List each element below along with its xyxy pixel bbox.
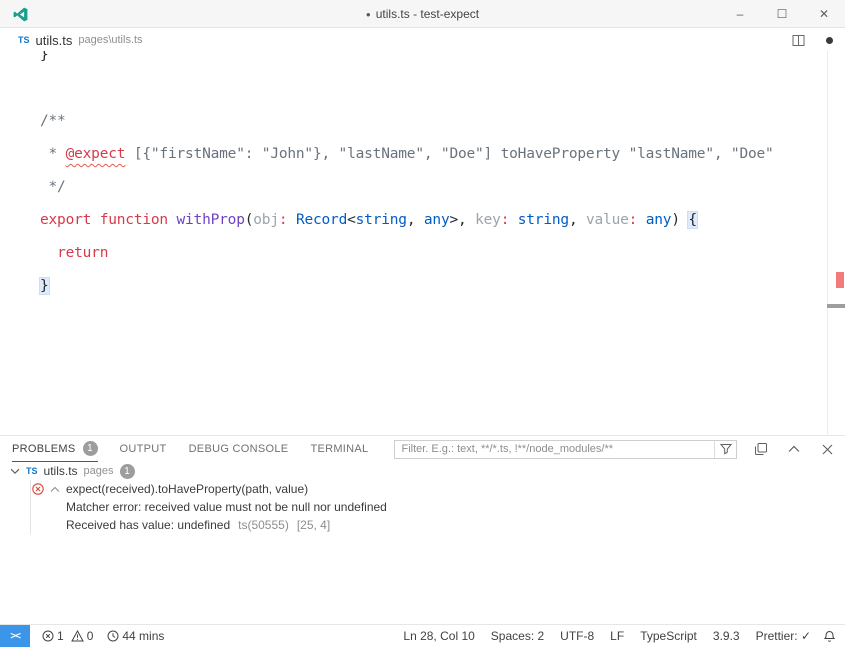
statusbar-item[interactable]: 3.9.3 <box>713 629 740 643</box>
chevron-down-icon <box>10 468 20 474</box>
code-area: } /** * @expect [{"firstName": "John"}, … <box>0 51 845 303</box>
tab-bar: TS utils.ts pages\utils.ts <box>0 29 845 51</box>
code-line[interactable]: } <box>40 51 845 72</box>
unsaved-dot-icon: ● <box>365 9 371 19</box>
code-line[interactable]: */ <box>40 171 845 204</box>
modified-dot-icon[interactable] <box>826 36 833 44</box>
problems-status[interactable]: 1 0 <box>42 629 93 643</box>
problem-source: ts(50555) <box>238 518 289 532</box>
code-line[interactable]: export function withProp(obj: Record<str… <box>40 204 845 237</box>
file-problem-count-badge: 1 <box>119 463 135 479</box>
error-icon <box>32 483 44 495</box>
statusbar-item[interactable]: TypeScript <box>640 629 697 643</box>
tab-output[interactable]: OUTPUT <box>120 436 167 462</box>
problems-count-badge: 1 <box>82 441 98 456</box>
timer-label: 44 mins <box>122 629 165 643</box>
problem-message: expect(received).toHaveProperty(path, va… <box>66 482 309 496</box>
error-count: 1 <box>57 629 64 643</box>
tab-problems[interactable]: PROBLEMS 1 <box>12 436 98 462</box>
status-bar: >< 1 0 44 mins Ln 28, Col 10 Spaces: 2 UTF… <box>0 624 845 647</box>
file-name: utils.ts <box>43 464 78 478</box>
titlebar: ● utils.ts - test-expect – ☐ ✕ <box>0 0 845 28</box>
scrollbar-cursor-marker <box>827 304 845 308</box>
warning-count: 0 <box>86 629 94 643</box>
split-editor-icon[interactable] <box>790 32 806 48</box>
remote-indicator[interactable]: >< <box>0 625 30 647</box>
code-line[interactable] <box>40 72 845 105</box>
tab-debug-console[interactable]: DEBUG CONSOLE <box>189 436 289 462</box>
maximize-button[interactable]: ☐ <box>761 0 803 28</box>
statusbar-item[interactable]: Prettier: ✓ <box>756 629 811 643</box>
typescript-file-icon: TS <box>26 466 38 476</box>
indent-guide <box>30 480 31 534</box>
maximize-panel-icon[interactable] <box>786 441 802 457</box>
code-line[interactable]: * @expect [{"firstName": "John"}, "lastN… <box>40 138 845 171</box>
bottom-panel: PROBLEMS 1 OUTPUT DEBUG CONSOLE TERMINAL <box>0 435 845 624</box>
problems-tab-label: PROBLEMS <box>12 442 76 455</box>
statusbar-item[interactable]: LF <box>610 629 624 643</box>
tab-utils-ts[interactable]: TS utils.ts pages\utils.ts <box>18 29 143 51</box>
error-count-icon <box>42 630 54 642</box>
close-button[interactable]: ✕ <box>803 0 845 28</box>
timer-status[interactable]: 44 mins <box>107 629 164 643</box>
problem-detail-row[interactable]: Matcher error: received value must not b… <box>0 498 845 516</box>
filter-icon[interactable] <box>714 440 736 458</box>
problem-detail: Matcher error: received value must not b… <box>66 500 387 514</box>
tab-terminal[interactable]: TERMINAL <box>310 436 368 462</box>
window-title-text: utils.ts - test-expect <box>375 7 480 21</box>
statusbar-right: Ln 28, Col 10 Spaces: 2 UTF-8 LF TypeScript 3… <box>403 629 811 643</box>
clock-icon <box>107 630 119 642</box>
close-panel-icon[interactable] <box>819 441 835 457</box>
statusbar-item[interactable]: UTF-8 <box>560 629 594 643</box>
tab-label: utils.ts <box>35 32 73 48</box>
code-line[interactable]: /** <box>40 105 845 138</box>
overview-ruler-border <box>827 51 828 435</box>
problem-detail: Received has value: undefined <box>66 518 231 532</box>
typescript-file-icon: TS <box>18 35 30 45</box>
code-line[interactable]: } <box>40 270 845 303</box>
bell-icon[interactable] <box>821 628 837 644</box>
collapse-all-icon[interactable] <box>753 441 769 457</box>
problem-row[interactable]: expect(received).toHaveProperty(path, va… <box>0 480 845 498</box>
problems-file-group[interactable]: TS utils.ts pages 1 <box>0 462 845 480</box>
code-editor[interactable]: } /** * @expect [{"firstName": "John"}, … <box>0 51 845 435</box>
statusbar-item[interactable]: Spaces: 2 <box>491 629 544 643</box>
file-dir: pages <box>83 465 114 477</box>
problem-position: [25, 4] <box>296 518 331 532</box>
statusbar-item[interactable]: Ln 28, Col 10 <box>403 629 474 643</box>
minimize-button[interactable]: – <box>719 0 761 28</box>
problems-tree: TS utils.ts pages 1 expect(received).toH… <box>0 462 845 534</box>
problem-detail-row[interactable]: Received has value: undefined ts(50555) … <box>0 516 845 534</box>
chevron-up-icon[interactable] <box>50 486 60 493</box>
code-line[interactable]: return <box>40 237 845 270</box>
panel-header: PROBLEMS 1 OUTPUT DEBUG CONSOLE TERMINAL <box>0 436 845 462</box>
error-marker <box>836 272 844 288</box>
warning-count-icon <box>70 630 84 642</box>
tab-path: pages\utils.ts <box>78 34 143 46</box>
filter-input[interactable] <box>395 443 714 455</box>
problems-filter <box>394 439 737 459</box>
